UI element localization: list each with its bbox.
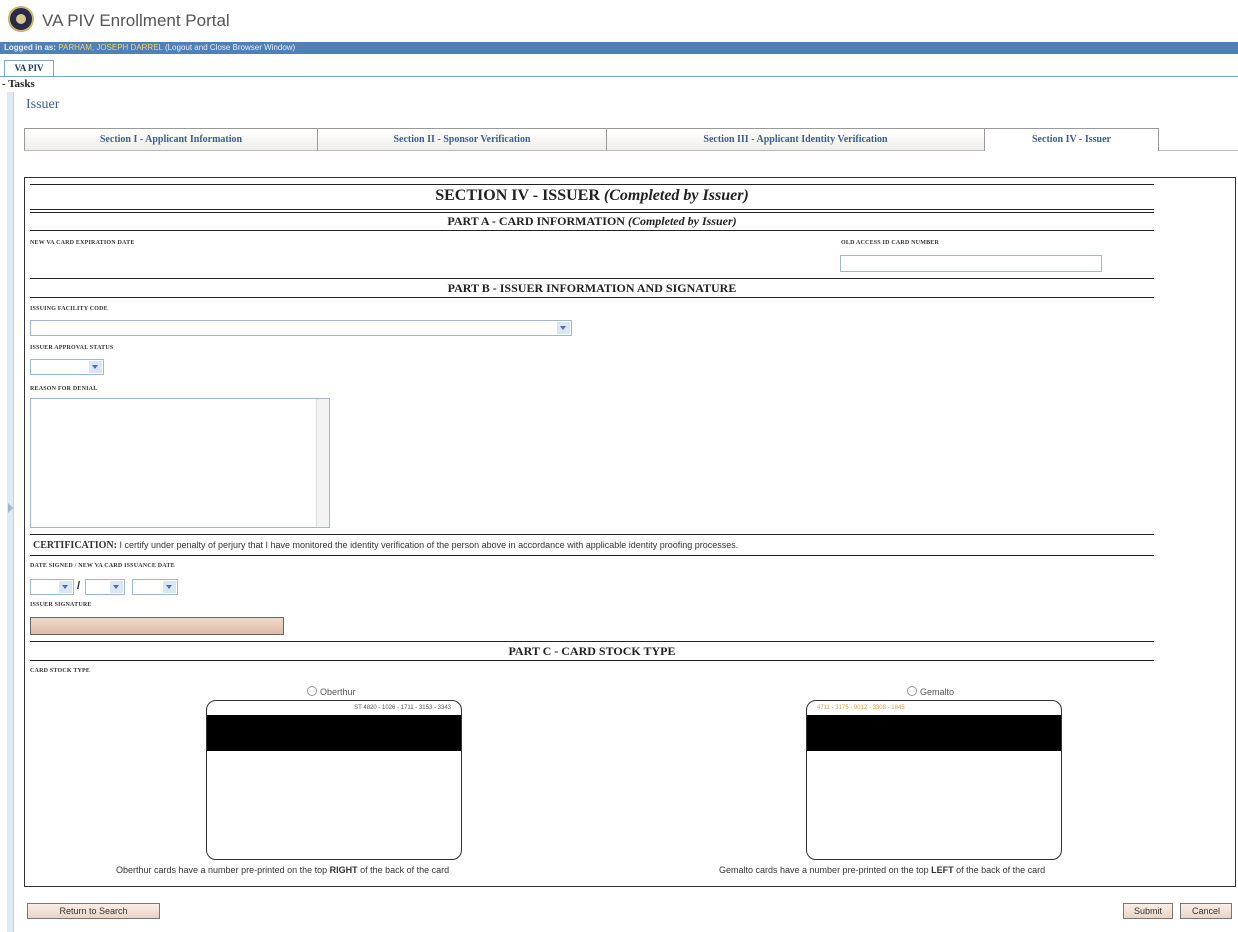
radio-gemalto[interactable]: Gemalto <box>907 686 954 697</box>
date-month-select[interactable] <box>30 579 74 595</box>
date-year-select[interactable] <box>132 579 178 595</box>
rule <box>30 230 1154 231</box>
magnetic-stripe <box>807 715 1061 751</box>
section-tabs: Section I - Applicant Information Sectio… <box>24 128 1238 151</box>
gemalto-card: 4711 - 3175 - 9012 - 3308 - 1845 <box>806 700 1062 860</box>
page-title: Issuer <box>26 97 60 112</box>
rule <box>30 297 1154 298</box>
app-title: VA PIV Enrollment Portal <box>42 11 230 30</box>
submit-button[interactable]: Submit <box>1123 903 1173 919</box>
tasks-label: Tasks <box>8 78 35 90</box>
rule <box>30 278 1154 279</box>
issuer-signature-button[interactable] <box>30 617 284 635</box>
oberthur-label: Oberthur <box>320 687 356 697</box>
gemalto-card-number: 4711 - 3175 - 9012 - 3308 - 1845 <box>817 705 905 711</box>
part-c-heading: PART C - CARD STOCK TYPE <box>30 644 1154 659</box>
part-b-heading: PART B - ISSUER INFORMATION AND SIGNATUR… <box>30 281 1154 296</box>
rule <box>30 209 1154 210</box>
approval-select[interactable] <box>30 359 104 375</box>
rule <box>30 212 1154 213</box>
tab-section-4[interactable]: Section IV - Issuer <box>984 128 1159 151</box>
certification-text: I certify under penalty of perjury that … <box>119 540 739 550</box>
date-separator: / <box>77 580 81 592</box>
tab-section-3[interactable]: Section III - Applicant Identity Verific… <box>606 128 985 150</box>
tab-section-2[interactable]: Section II - Sponsor Verification <box>317 128 607 150</box>
old-access-input[interactable] <box>840 255 1102 272</box>
chevron-down-icon[interactable] <box>557 322 570 334</box>
new-expiration-label: NEW VA CARD EXPIRATION DATE <box>30 240 135 246</box>
rule <box>30 555 1154 556</box>
oberthur-caption: Oberthur cards have a number pre-printed… <box>116 865 449 875</box>
approval-label: ISSUER APPROVAL STATUS <box>30 345 114 351</box>
scrollbar[interactable] <box>316 399 329 527</box>
section-title-note: (Completed by Issuer) <box>603 187 749 204</box>
certification-label: CERTIFICATION: <box>33 540 117 551</box>
reason-label: REASON FOR DENIAL <box>30 386 98 392</box>
gemalto-caption-pre: Gemalto cards have a number pre-printed … <box>719 865 932 875</box>
tab-section-1[interactable]: Section I - Applicant Information <box>24 128 318 150</box>
gemalto-caption-bold: LEFT <box>931 865 954 875</box>
gemalto-caption: Gemalto cards have a number pre-printed … <box>719 865 1045 875</box>
part-a-heading: PART A - CARD INFORMATION (Completed by … <box>30 214 1154 229</box>
section-title: SECTION IV - ISSUER <box>435 187 600 204</box>
oberthur-card-number: ST 4820 - 1026 - 1711 - 3153 - 3343 <box>354 705 451 711</box>
chevron-down-icon[interactable] <box>89 361 102 373</box>
facility-select[interactable] <box>30 320 572 336</box>
user-name: PARHAM, JOSEPH DARREL <box>58 43 163 52</box>
logout-link[interactable]: (Logout and Close Browser Window) <box>165 43 295 52</box>
tasks-header[interactable]: - Tasks <box>0 77 1238 91</box>
rule <box>30 660 1154 661</box>
old-access-label: OLD ACCESS ID CARD NUMBER <box>841 240 940 246</box>
top-tab-strip: VA PIV <box>0 54 1238 77</box>
login-bar: Logged in as: PARHAM, JOSEPH DARREL (Log… <box>0 42 1238 54</box>
part-b-title: PART B - ISSUER INFORMATION AND SIGNATUR… <box>447 281 737 295</box>
oberthur-caption-pre: Oberthur cards have a number pre-printed… <box>116 865 330 875</box>
card-stock-label: CARD STOCK TYPE <box>30 668 91 674</box>
facility-label: ISSUING FACILITY CODE <box>30 306 108 312</box>
reason-textarea[interactable] <box>30 398 330 528</box>
rule <box>30 534 1154 535</box>
return-to-search-button[interactable]: Return to Search <box>27 903 160 919</box>
chevron-down-icon[interactable] <box>163 581 176 593</box>
section-heading: SECTION IV - ISSUER (Completed by Issuer… <box>30 187 1154 205</box>
gemalto-caption-post: of the back of the card <box>953 865 1046 875</box>
magnetic-stripe <box>207 715 461 751</box>
oberthur-caption-post: of the back of the card <box>357 865 450 875</box>
part-a-note: (Completed by Issuer) <box>627 214 737 228</box>
signature-label: ISSUER SIGNATURE <box>30 602 92 608</box>
gemalto-label: Gemalto <box>920 687 955 697</box>
app-header: VA PIV Enrollment Portal <box>0 0 1238 42</box>
rule <box>30 184 1154 185</box>
rule <box>30 641 1154 642</box>
chevron-down-icon[interactable] <box>59 581 72 593</box>
expand-arrow-icon[interactable] <box>8 503 13 513</box>
part-c-title: PART C - CARD STOCK TYPE <box>508 644 676 658</box>
va-seal-icon <box>8 6 34 32</box>
oberthur-card: ST 4820 - 1026 - 1711 - 3153 - 3343 <box>206 700 462 860</box>
oberthur-caption-bold: RIGHT <box>329 865 358 875</box>
tab-va-piv[interactable]: VA PIV <box>4 60 54 76</box>
date-day-select[interactable] <box>85 579 125 595</box>
certification: CERTIFICATION: I certify under penalty o… <box>33 540 738 551</box>
date-signed-label: DATE SIGNED / NEW VA CARD ISSUANCE DATE <box>30 563 175 569</box>
collapse-icon: - <box>2 78 6 90</box>
part-a-title: PART A - CARD INFORMATION <box>447 214 625 228</box>
chevron-down-icon[interactable] <box>110 581 123 593</box>
radio-gemalto-circle[interactable] <box>907 686 917 696</box>
issuer-form: SECTION IV - ISSUER (Completed by Issuer… <box>24 177 1236 887</box>
radio-oberthur[interactable]: Oberthur <box>307 686 356 697</box>
login-prefix: Logged in as: <box>4 43 56 52</box>
cancel-button[interactable]: Cancel <box>1180 903 1232 919</box>
radio-oberthur-circle[interactable] <box>307 686 317 696</box>
